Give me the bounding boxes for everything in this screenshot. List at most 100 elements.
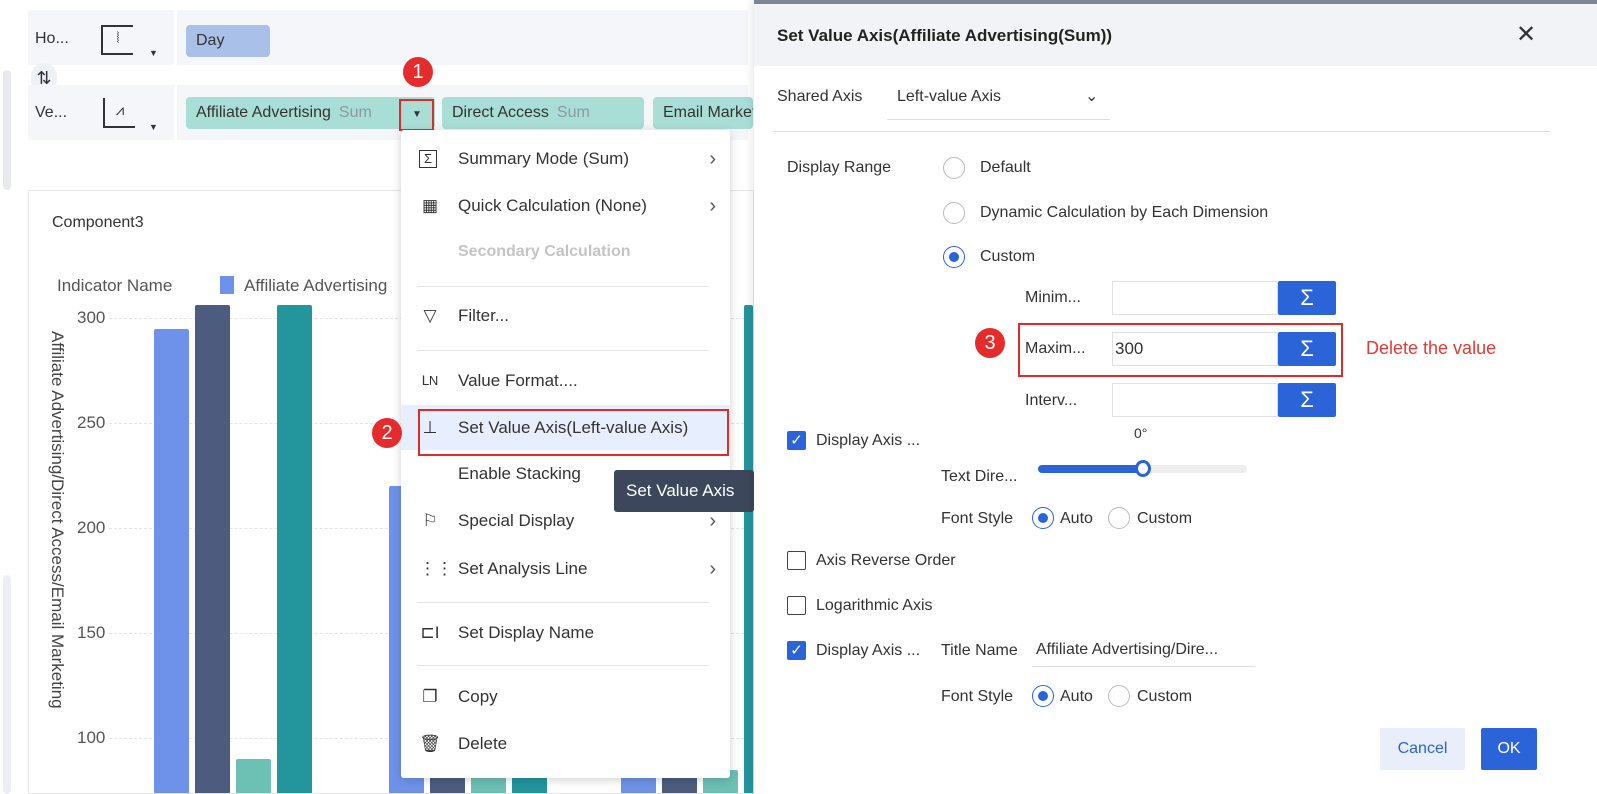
menu-item-label: Set Display Name (458, 623, 595, 642)
menu-item-quick-calculation[interactable]: ▦ Quick Calculation (None) › (401, 186, 730, 226)
caret-down-icon[interactable]: ▼ (149, 48, 158, 58)
highlight-box-1 (399, 99, 434, 131)
custom-label: Custom (1137, 688, 1193, 705)
display-axis-label: Display Axis ... (816, 432, 921, 449)
field-pill-affiliate-advertising[interactable]: Affiliate Advertising Sum (186, 97, 435, 129)
menu-item-label: Enable Stacking (458, 464, 581, 483)
vertical-axis-icon[interactable]: ⩘ (103, 98, 135, 128)
menu-item-summary-mode[interactable]: Σ Summary Mode (Sum) › (401, 139, 730, 179)
horizontal-axis-label: Ho... (35, 30, 69, 47)
bar[interactable] (195, 305, 230, 793)
chevron-down-icon: ⌄ (1085, 88, 1099, 105)
row-separator (174, 10, 177, 65)
radio-default[interactable] (943, 157, 965, 179)
logarithmic-axis-label: Logarithmic Axis (816, 597, 933, 614)
chevron-right-icon: › (709, 558, 716, 580)
field-pill-direct-access[interactable]: Direct Access Sum (442, 97, 644, 129)
calculator-icon: ▦ (421, 196, 439, 215)
close-icon[interactable]: ✕ (1516, 20, 1536, 49)
copy-icon: ❐ (422, 687, 438, 706)
display-axis-title-checkbox[interactable]: ✓ (787, 641, 806, 660)
menu-item-label: Copy (458, 687, 498, 706)
bar[interactable] (236, 759, 271, 793)
minimum-formula-button[interactable]: Σ (1278, 281, 1336, 315)
auto-label: Auto (1060, 510, 1093, 527)
bar[interactable] (277, 305, 312, 793)
value-format-icon: ᒪN (421, 373, 439, 388)
y-tick-label: 200 (77, 518, 106, 537)
chevron-right-icon: › (709, 195, 716, 217)
menu-item-set-analysis-line[interactable]: ⋮⋮ Set Analysis Line › (401, 549, 730, 589)
axis-reverse-label: Axis Reverse Order (816, 552, 956, 569)
bar[interactable] (744, 305, 753, 793)
menu-item-filter[interactable]: ▽ Filter... (401, 296, 730, 336)
interval-label: Interv... (1025, 392, 1078, 409)
menu-item-value-format[interactable]: ᒪN Value Format.... (401, 361, 730, 401)
pill-label: Day (196, 32, 225, 49)
highlight-box-2 (418, 409, 729, 456)
minimum-input[interactable] (1112, 281, 1278, 315)
chevron-right-icon: › (709, 148, 716, 170)
menu-item-copy[interactable]: ❐ Copy (401, 677, 730, 717)
logarithmic-axis-checkbox[interactable] (787, 596, 806, 615)
filter-icon: ▽ (423, 306, 437, 325)
display-axis-checkbox[interactable]: ✓ (787, 431, 806, 450)
menu-item-secondary-calculation: Secondary Calculation (401, 232, 730, 272)
text-direction-label: Text Dire... (941, 468, 1018, 485)
step-badge-2: 2 (372, 418, 402, 448)
pill-aggregation: Sum (556, 104, 590, 121)
title-font-custom-radio[interactable] (1108, 685, 1130, 707)
bar[interactable] (154, 328, 189, 793)
radio-custom[interactable] (943, 246, 965, 268)
menu-item-set-display-name[interactable]: ⊏I Set Display Name (401, 613, 730, 653)
y-tick-label: 150 (77, 623, 106, 642)
caret-down-icon[interactable]: ▼ (149, 122, 158, 132)
radio-dynamic[interactable] (943, 202, 965, 224)
radio-label-custom: Custom (980, 248, 1036, 265)
left-scrollbar[interactable] (3, 70, 11, 190)
text-direction-slider[interactable] (1038, 460, 1247, 477)
step-badge-3: 3 (975, 328, 1005, 358)
pill-label: Direct Access (452, 104, 549, 121)
pill-label: Email Marketing (663, 104, 753, 121)
font-style-custom-radio[interactable] (1108, 507, 1130, 529)
display-axis-title-label: Display Axis ... (816, 642, 921, 659)
axis-reverse-checkbox[interactable] (787, 551, 806, 570)
interval-input[interactable] (1112, 383, 1278, 417)
field-pill-email-marketing[interactable]: Email Marketing (653, 97, 753, 129)
auto-label: Auto (1060, 688, 1093, 705)
radio-label-default: Default (980, 159, 1031, 176)
left-scrollbar-lower[interactable] (3, 575, 11, 794)
menu-divider (417, 602, 709, 603)
flag-icon: ⚐ (422, 511, 438, 530)
font-style-auto-radio[interactable] (1032, 507, 1054, 529)
shared-axis-select[interactable]: Left-value Axis ⌄ (887, 82, 1110, 120)
y-tick-label: 100 (77, 728, 106, 747)
tooltip: Set Value Axis (614, 470, 754, 512)
input-value: Affiliate Advertising/Dire... (1036, 641, 1219, 658)
cancel-button[interactable]: Cancel (1380, 728, 1465, 770)
slider-fill (1038, 465, 1143, 473)
annotation-note: Delete the value (1366, 338, 1497, 358)
interval-formula-button[interactable]: Σ (1278, 383, 1336, 417)
horizontal-axis-row (28, 10, 748, 65)
rename-icon: ⊏I (420, 623, 440, 642)
menu-item-label: Set Analysis Line (458, 559, 588, 578)
menu-divider (417, 665, 709, 666)
pill-label: Affiliate Advertising (196, 104, 331, 121)
title-name-input[interactable]: Affiliate Advertising/Dire... (1032, 632, 1255, 667)
field-pill-day[interactable]: Day (186, 25, 270, 57)
angle-value: 0° (1134, 425, 1148, 441)
menu-divider (417, 286, 709, 287)
menu-item-delete[interactable]: 🗑 Delete (401, 724, 730, 764)
slider-thumb[interactable] (1134, 460, 1151, 477)
title-font-auto-radio[interactable] (1032, 685, 1054, 707)
ok-button[interactable]: OK (1481, 728, 1537, 770)
menu-divider (417, 350, 709, 351)
shared-axis-label: Shared Axis (777, 88, 863, 105)
vertical-axis-label: Ve... (35, 104, 68, 121)
horizontal-axis-icon[interactable]: ⦚ (101, 25, 133, 55)
step-badge-1: 1 (403, 57, 433, 87)
trash-icon: 🗑 (419, 734, 441, 753)
y-tick-label: 300 (77, 308, 106, 327)
